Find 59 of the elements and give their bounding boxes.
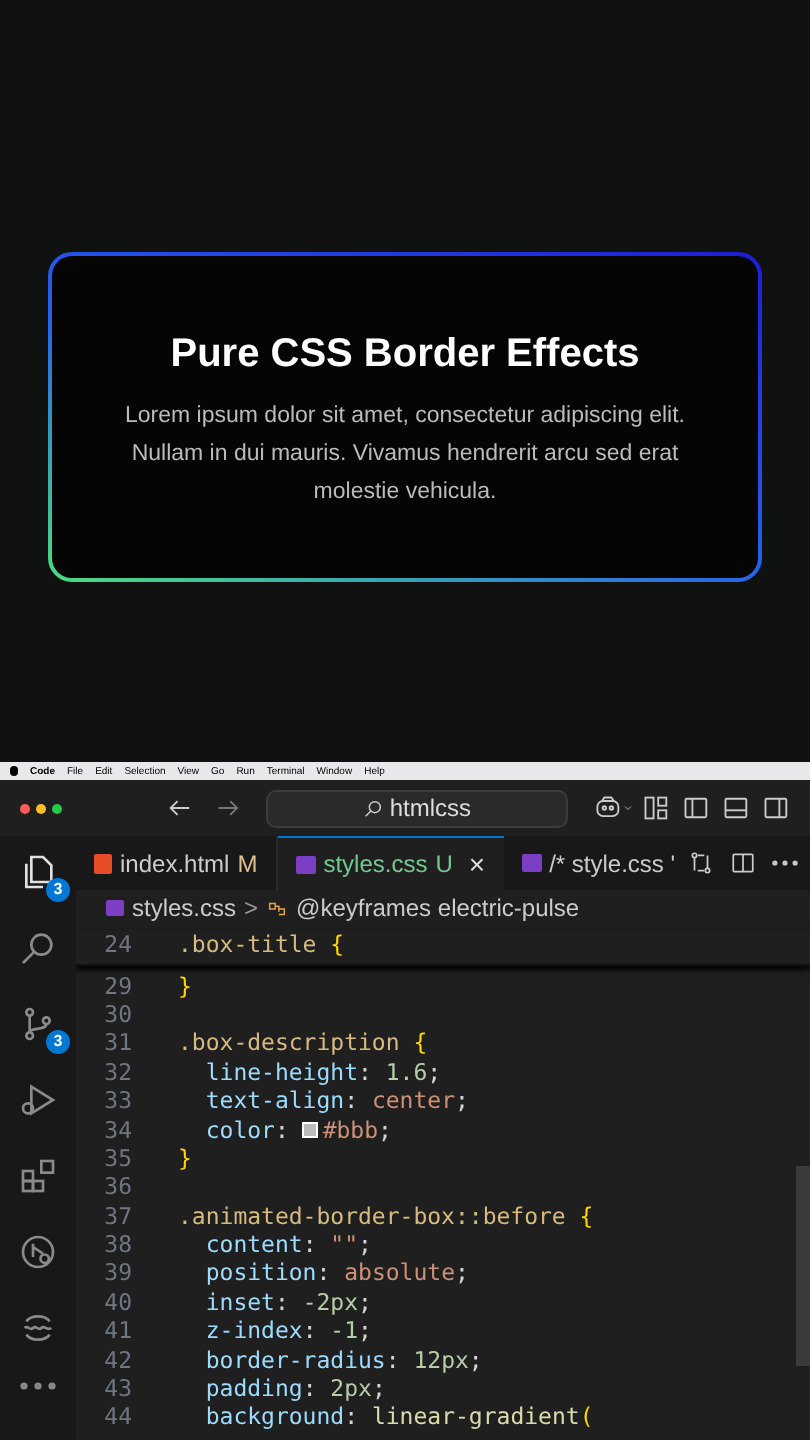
blocks-icon: [18, 1156, 58, 1196]
panel-toggle-icon[interactable]: [722, 794, 751, 822]
code-line: .animated-border-box::before {: [178, 1199, 594, 1234]
search-icon: [18, 928, 58, 968]
symbol-icon: [266, 897, 289, 919]
layout-icon[interactable]: [642, 794, 671, 822]
window-controls[interactable]: [20, 803, 62, 813]
line-number: 36: [102, 1170, 132, 1205]
code-line: padding: 2px;: [203, 1372, 386, 1406]
code-line: border-radius: 12px;: [203, 1343, 483, 1378]
more-icon: [20, 1382, 56, 1390]
line-number: 42: [102, 1343, 132, 1378]
split-editor-icon[interactable]: [730, 850, 756, 876]
line-number: 32: [102, 1055, 132, 1090]
css-file-icon: [521, 854, 542, 872]
close-icon[interactable]: ×: [468, 843, 486, 885]
code-line: inset: -2px;: [203, 1285, 372, 1320]
copilot-icon[interactable]: [591, 794, 623, 822]
color-swatch[interactable]: [302, 1122, 319, 1139]
search-icon: [361, 797, 384, 819]
code-line: }: [178, 969, 192, 1004]
code-line: .box-title {: [178, 927, 345, 962]
sidebar-toggle-icon[interactable]: [682, 794, 711, 822]
line-number: 31: [102, 1026, 132, 1061]
code-line: }: [178, 1141, 192, 1176]
apple-icon: [10, 766, 18, 776]
html-file-icon: [94, 853, 112, 873]
code-line: text-align: center;: [203, 1085, 469, 1119]
secondary-sidebar-icon[interactable]: [762, 794, 790, 822]
breadcrumb-item[interactable]: @keyframes electric-pulse: [296, 890, 580, 926]
code-line: background: linear-gradient(: [203, 1401, 594, 1435]
play-bug-icon: [18, 1080, 58, 1120]
card-title: Pure CSS Border Effects: [170, 330, 640, 380]
css-file-icon: [106, 900, 124, 916]
breadcrumb-item[interactable]: styles.css: [132, 890, 237, 926]
code-line: position: absolute;: [203, 1256, 469, 1291]
code-line: color: #bbb;: [203, 1113, 392, 1148]
line-number: 33: [102, 1084, 132, 1119]
css-file-icon: [295, 855, 316, 873]
card-description: Lorem ipsum dolor sit amet, consectetur adipiscing elit. Nullam in dui mauris. Vivamus hendrerit arcu sed erat molestie vehicula.: [123, 402, 687, 508]
compare-changes-icon[interactable]: [688, 850, 714, 876]
scrollbar-thumb[interactable]: [796, 1166, 810, 1366]
more-icon[interactable]: [772, 860, 798, 866]
remote-icon: [18, 1232, 58, 1272]
line-number: 41: [102, 1314, 132, 1349]
activity-bar-item[interactable]: [14, 1380, 62, 1392]
code-line: line-height: 1.6;: [203, 1055, 442, 1090]
line-number: 40: [102, 1285, 132, 1320]
code-line: z-index: -1;: [203, 1315, 372, 1349]
line-number: 37: [102, 1199, 132, 1234]
breadcrumb-separator: >: [244, 892, 259, 926]
search-field[interactable]: htmlcss: [265, 789, 568, 827]
code-line: content: "";: [203, 1228, 372, 1262]
count-badge: 3: [46, 1030, 70, 1054]
line-number: 24: [102, 927, 132, 962]
count-badge: 3: [46, 878, 70, 902]
editor-tab[interactable]: styles.css U ×: [277, 836, 504, 890]
code-line: .box-description {: [178, 1026, 428, 1061]
chevron-icon[interactable]: [622, 800, 635, 816]
